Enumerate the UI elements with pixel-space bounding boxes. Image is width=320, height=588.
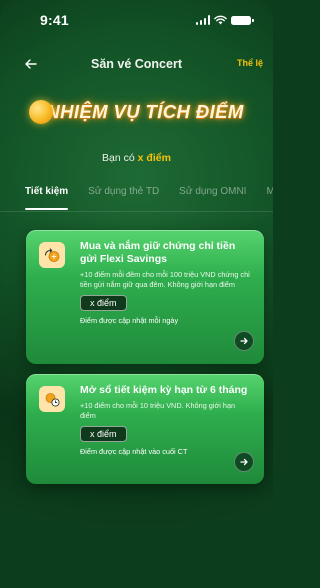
- wifi-icon: [214, 15, 227, 25]
- task-card-term-deposit[interactable]: Mở sổ tiết kiệm kỳ hạn từ 6 tháng +10 đi…: [26, 374, 264, 484]
- points-prefix: Bạn có: [102, 152, 135, 164]
- task-description: +10 điểm mỗi đêm cho mỗi 100 triệu VND c…: [80, 270, 250, 289]
- battery-icon: [231, 15, 254, 25]
- mission-banner: NHIỆM VỤ TÍCH ĐIỂM: [0, 92, 273, 132]
- coin-exchange-icon: [39, 242, 65, 268]
- tab-su-dung-omni[interactable]: Sử dụng OMNI: [179, 182, 246, 211]
- arrow-right-icon: [240, 458, 248, 466]
- arrow-right-icon: [240, 337, 248, 345]
- tab-more[interactable]: M: [266, 182, 273, 211]
- nav-bar: Săn vé Concert Thể lệ: [0, 52, 273, 76]
- app-screen: 9:41 Săn vé Concert Thể lệ NHIỆM VỤ TÍCH…: [0, 0, 273, 588]
- task-description: +10 điểm cho mỗi 10 triệu VND. Không giớ…: [80, 401, 236, 420]
- coin-clock-icon: [39, 386, 65, 412]
- category-tabs: Tiết kiệm Sử dụng thẻ TD Sử dụng OMNI M: [0, 182, 273, 212]
- update-note: Điểm được cập nhật mỗi ngày: [80, 316, 179, 326]
- rules-link[interactable]: Thể lệ: [237, 58, 263, 68]
- tab-su-dung-the-td[interactable]: Sử dụng thẻ TD: [88, 182, 159, 211]
- banner-title: NHIỆM VỤ TÍCH ĐIỂM: [46, 101, 244, 122]
- points-summary: Bạn có x điểm: [0, 152, 273, 164]
- status-icons: [195, 15, 254, 25]
- task-title: Mở sổ tiết kiệm kỳ hạn từ 6 tháng: [80, 384, 248, 396]
- status-time: 9:41: [40, 12, 69, 28]
- back-arrow-icon[interactable]: [20, 54, 42, 74]
- update-note: Điểm được cập nhật vào cuối CT: [80, 447, 188, 457]
- task-card-flexi-savings[interactable]: Mua và nắm giữ chứng chỉ tiền gửi Flexi …: [26, 230, 264, 364]
- status-bar: 9:41: [0, 0, 273, 40]
- points-badge: x điểm: [80, 295, 127, 312]
- signal-icon: [195, 15, 210, 25]
- arrow-right-button[interactable]: [234, 331, 254, 351]
- points-value: x điểm: [137, 152, 171, 164]
- points-badge: x điểm: [80, 426, 127, 443]
- task-card-body: Mở sổ tiết kiệm kỳ hạn từ 6 tháng +10 đi…: [80, 384, 252, 456]
- arrow-right-button[interactable]: [234, 452, 254, 472]
- tab-tiet-kiem[interactable]: Tiết kiệm: [25, 182, 69, 211]
- task-card-body: Mua và nắm giữ chứng chỉ tiền gửi Flexi …: [80, 240, 252, 325]
- page-title: Săn vé Concert: [90, 57, 182, 71]
- task-title: Mua và nắm giữ chứng chỉ tiền gửi Flexi …: [80, 240, 236, 265]
